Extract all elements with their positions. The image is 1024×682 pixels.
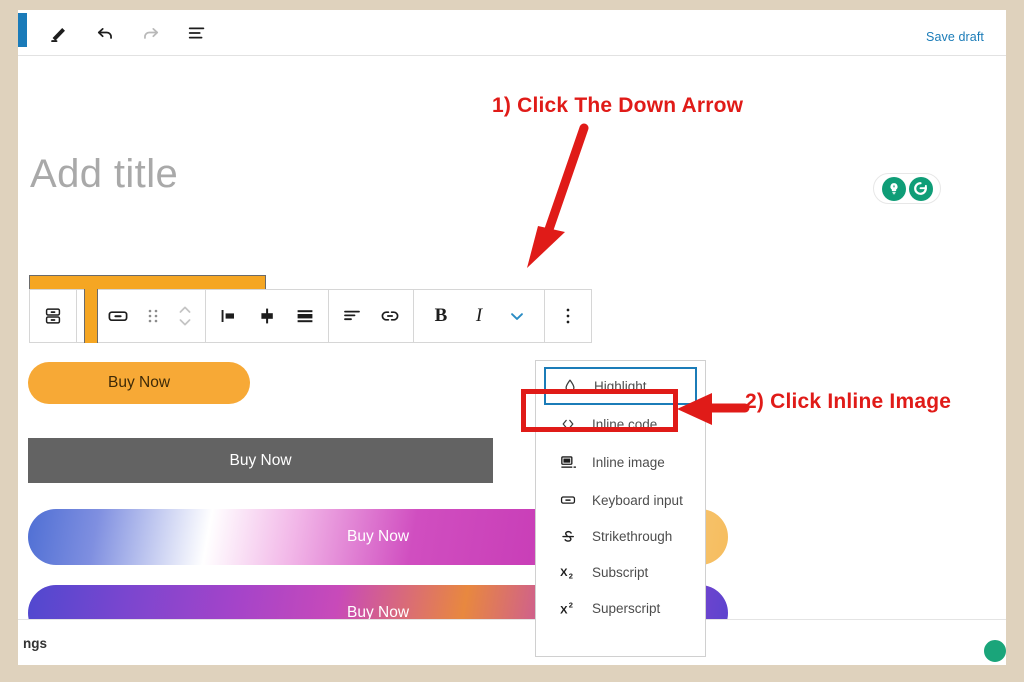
move-updown-icon[interactable] (169, 290, 201, 342)
toolbar-group-alignment (205, 289, 329, 343)
block-toolbar: B I (29, 289, 592, 343)
strikethrough-icon (558, 526, 578, 546)
svg-text:X: X (560, 567, 568, 579)
buy-now-grey-label: Buy Now (229, 451, 292, 469)
superscript-icon: X 2 (558, 598, 578, 618)
breadcrumb: ngs (23, 636, 48, 651)
save-draft-button[interactable]: Save draft (926, 30, 984, 44)
toolbar-group-formatting: B I (413, 289, 545, 343)
post-title-input[interactable]: Add title (30, 152, 178, 197)
inline-image-highlight-box (521, 389, 678, 432)
dropdown-item-keyboard-input[interactable]: Keyboard input (544, 483, 697, 517)
list-view-icon[interactable] (184, 20, 210, 46)
align-left-icon[interactable] (210, 290, 248, 342)
ellipsis-vertical-icon[interactable] (549, 290, 587, 342)
dropdown-item-subscript[interactable]: X 2 Subscript (544, 555, 697, 589)
chevron-down-icon[interactable] (498, 290, 536, 342)
editor-topbar: Save draft (18, 10, 1006, 56)
button-block-icon[interactable] (99, 290, 137, 342)
drag-handle-icon[interactable] (137, 290, 169, 342)
buy-now-gradient-1-label: Buy Now (346, 528, 410, 545)
undo-icon[interactable] (92, 20, 118, 46)
buy-now-grey-button[interactable]: Buy Now (28, 438, 493, 483)
dropdown-label-strikethrough: Strikethrough (592, 528, 673, 544)
link-icon[interactable] (371, 290, 409, 342)
topbar-icon-group (46, 16, 210, 50)
svg-text:X: X (560, 604, 568, 616)
toolbar-group-text-controls (328, 289, 414, 343)
toolbar-group-more-options (544, 289, 592, 343)
footer-corner-clip (978, 620, 1006, 666)
annotation-step-1: 1) Click The Down Arrow (492, 94, 744, 117)
redo-icon[interactable] (138, 20, 164, 46)
dropdown-item-superscript[interactable]: X 2 Superscript (544, 591, 697, 625)
footer-green-badge[interactable] (982, 638, 1006, 664)
keyboard-input-icon (558, 490, 578, 510)
italic-label: I (475, 305, 483, 326)
dropdown-label-inline-image: Inline image (592, 454, 665, 470)
dropdown-item-inline-image[interactable]: Inline image (544, 443, 697, 481)
inline-image-icon (558, 452, 578, 472)
pen-icon[interactable] (46, 20, 72, 46)
align-full-icon[interactable] (286, 290, 324, 342)
dropdown-label-subscript: Subscript (592, 564, 649, 580)
italic-icon[interactable]: I (460, 290, 498, 342)
editor-footer: ngs (18, 619, 1006, 665)
bold-icon[interactable]: B (422, 290, 460, 342)
buy-now-orange-label: Buy Now (107, 374, 171, 391)
editor-canvas[interactable]: Add title B I Buy Now Buy Now Buy Now Bu… (18, 56, 1006, 657)
dropdown-label-keyboard-input: Keyboard input (592, 492, 683, 508)
refresh-icon[interactable] (908, 176, 933, 201)
annotation-step-2: 2) Click Inline Image (745, 390, 952, 413)
block-type-icon[interactable] (34, 290, 72, 342)
dropdown-label-superscript: Superscript (592, 600, 661, 616)
subscript-icon: X 2 (558, 562, 578, 582)
svg-text:2: 2 (569, 600, 573, 609)
dropdown-item-strikethrough[interactable]: Strikethrough (544, 519, 697, 553)
screenshot-root: Save draft Add title B I Buy Now Buy Now… (0, 0, 1024, 682)
align-center-icon[interactable] (248, 290, 286, 342)
toolbar-group-block-type (29, 289, 77, 343)
bold-label: B (434, 305, 448, 326)
svg-text:2: 2 (569, 571, 573, 580)
editor-mode-indicator (18, 13, 27, 47)
buy-now-orange-button[interactable]: Buy Now (28, 362, 250, 404)
selected-block-stem (84, 289, 98, 343)
text-align-icon[interactable] (333, 290, 371, 342)
status-pill[interactable] (873, 173, 941, 204)
lightbulb-icon[interactable] (881, 176, 906, 201)
selected-block-indicator (29, 275, 266, 289)
